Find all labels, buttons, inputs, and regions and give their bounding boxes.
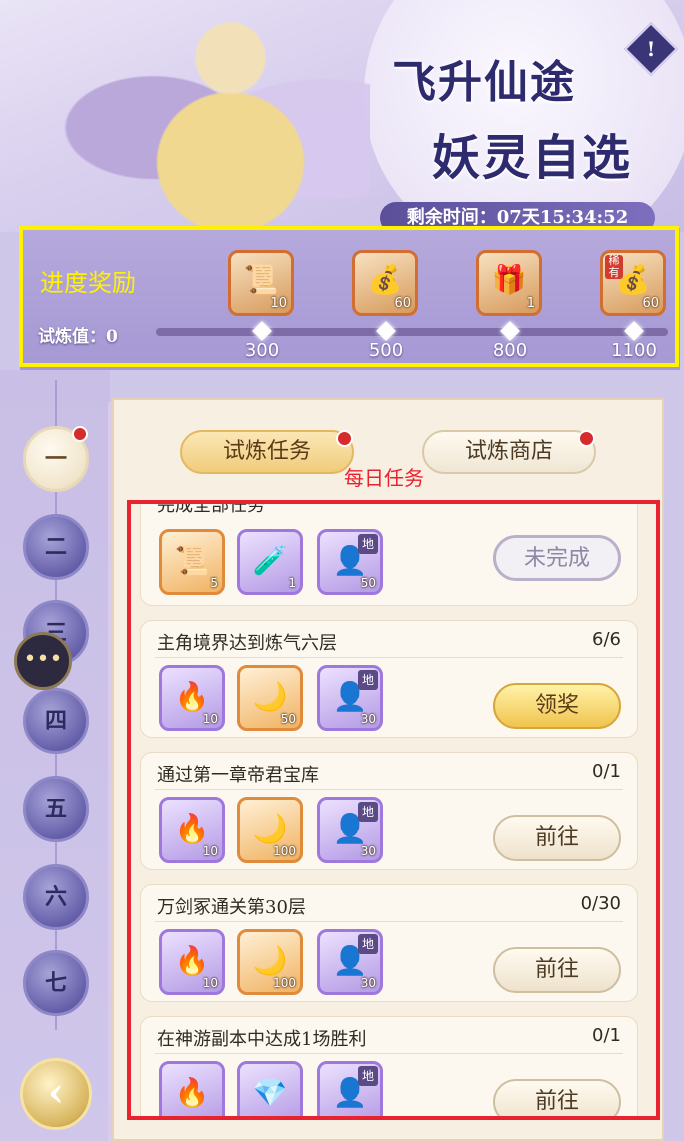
task-title: 完成全部任务 — [157, 500, 265, 516]
notification-dot — [578, 430, 595, 447]
reward-count: 30 — [360, 976, 376, 990]
grade-badge: 地 — [358, 670, 378, 690]
flame-icon: 🔥 — [174, 944, 210, 977]
task-reward[interactable]: 🧪 1 — [237, 529, 303, 595]
flame-icon: 🔥 — [174, 812, 210, 845]
grade-badge: 地 — [358, 934, 378, 954]
notification-dot — [336, 430, 353, 447]
claim-button[interactable]: 领奖 — [493, 683, 621, 729]
chapter-button-7[interactable]: 七 — [23, 950, 89, 1016]
reward-count: 10 — [202, 844, 218, 858]
go-button[interactable]: 前往 — [493, 1079, 621, 1120]
timer-label: 剩余时间： — [406, 207, 497, 228]
task-reward[interactable]: 🔥 10 — [159, 665, 225, 731]
back-arrow-icon: ‹ — [48, 1069, 64, 1116]
tab-trial-tasks[interactable]: 试炼任务 — [180, 430, 354, 474]
reward-count: 5 — [210, 576, 218, 590]
spirit-flame-icon: 🌙 — [252, 944, 288, 977]
reward-count: 100 — [273, 976, 296, 990]
chapter-button-5[interactable]: 五 — [23, 776, 89, 842]
chat-button[interactable]: ••• — [14, 632, 72, 690]
info-icon: ! — [646, 37, 656, 61]
reward-count: 50 — [280, 712, 296, 726]
reward-count: 10 — [202, 712, 218, 726]
timer-value: 07天15:34:52 — [496, 207, 629, 228]
task-reward[interactable]: 👤 地 — [317, 1061, 383, 1120]
back-button[interactable]: ‹ — [20, 1058, 92, 1130]
task-reward[interactable]: 🌙 50 — [237, 665, 303, 731]
task-reward[interactable]: 👤 地 50 — [317, 529, 383, 595]
task-card: 通过第一章帝君宝库 0/1 🔥 10 🌙 100 👤 地 30 前往 — [140, 752, 638, 870]
notification-dot — [72, 426, 88, 442]
reward-count: 30 — [360, 844, 376, 858]
grade-badge: 地 — [358, 534, 378, 554]
task-progress: 0/30 — [580, 893, 621, 914]
task-list[interactable]: 完成全部任务 📜 5 🧪 1 👤 地 50 未完成 主角境界达到炼气六层 6/6… — [128, 500, 658, 1120]
task-reward[interactable]: 👤 地 30 — [317, 665, 383, 731]
divider — [155, 657, 623, 658]
chapter-button-2[interactable]: 二 — [23, 514, 89, 580]
task-reward[interactable]: 🌙 100 — [237, 929, 303, 995]
divider — [155, 1053, 623, 1054]
task-reward[interactable]: 👤 地 30 — [317, 929, 383, 995]
grade-badge: 地 — [358, 802, 378, 822]
go-button[interactable]: 前往 — [493, 815, 621, 861]
divider — [155, 789, 623, 790]
task-title: 主角境界达到炼气六层 — [157, 633, 337, 654]
chapter-button-4[interactable]: 四 — [23, 688, 89, 754]
divider — [155, 921, 623, 922]
chapter-button-6[interactable]: 六 — [23, 864, 89, 930]
task-card: 完成全部任务 📜 5 🧪 1 👤 地 50 未完成 — [140, 500, 638, 606]
potion-bottle-icon: 🧪 — [252, 544, 288, 577]
task-title: 通过第一章帝君宝库 — [157, 765, 319, 786]
task-reward[interactable]: 💎 — [237, 1061, 303, 1120]
daily-task-annotation: 每日任务 — [344, 466, 424, 490]
task-progress: 0/1 — [592, 1025, 621, 1046]
task-reward[interactable]: 🔥 10 — [159, 929, 225, 995]
task-reward[interactable]: 🔥 — [159, 1061, 225, 1120]
event-title-line2: 妖灵自选 — [432, 130, 633, 186]
reward-count: 10 — [202, 976, 218, 990]
reward-count: 100 — [273, 844, 296, 858]
task-progress: 0/1 — [592, 761, 621, 782]
task-reward[interactable]: 👤 地 30 — [317, 797, 383, 863]
spirit-flame-icon: 🌙 — [252, 680, 288, 713]
go-button[interactable]: 前往 — [493, 947, 621, 993]
character-illustration — [60, 0, 370, 232]
task-reward[interactable]: 🌙 100 — [237, 797, 303, 863]
chat-icon: ••• — [23, 647, 63, 672]
event-banner: 飞升仙途 妖灵自选 ! 剩余时间：07天15:34:52 — [0, 0, 684, 232]
task-reward[interactable]: 🔥 10 — [159, 797, 225, 863]
task-title: 在神游副本中达成1场胜利 — [157, 1029, 367, 1050]
task-progress: 6/6 — [592, 629, 621, 650]
task-status-button: 未完成 — [493, 535, 621, 581]
reward-count: 30 — [360, 712, 376, 726]
crystal-shard-icon: 💎 — [252, 1076, 288, 1109]
task-card: 万剑冢通关第30层 0/30 🔥 10 🌙 100 👤 地 30 前往 — [140, 884, 638, 1002]
annotation-box-yellow — [19, 226, 679, 367]
spirit-flame-icon: 🌙 — [252, 812, 288, 845]
grade-badge: 地 — [358, 1066, 378, 1086]
scroll-token-icon: 📜 — [174, 544, 210, 577]
event-title-line1: 飞升仙途 — [392, 57, 576, 108]
reward-count: 50 — [360, 576, 376, 590]
reward-count: 1 — [288, 576, 296, 590]
task-title: 万剑冢通关第30层 — [157, 897, 306, 918]
task-card: 在神游副本中达成1场胜利 0/1 🔥 💎 👤 地 前往 — [140, 1016, 638, 1120]
task-reward[interactable]: 📜 5 — [159, 529, 225, 595]
tab-trial-shop[interactable]: 试炼商店 — [422, 430, 596, 474]
flame-icon: 🔥 — [174, 1076, 210, 1109]
flame-icon: 🔥 — [174, 680, 210, 713]
task-card: 主角境界达到炼气六层 6/6 🔥 10 🌙 50 👤 地 30 领奖 — [140, 620, 638, 738]
